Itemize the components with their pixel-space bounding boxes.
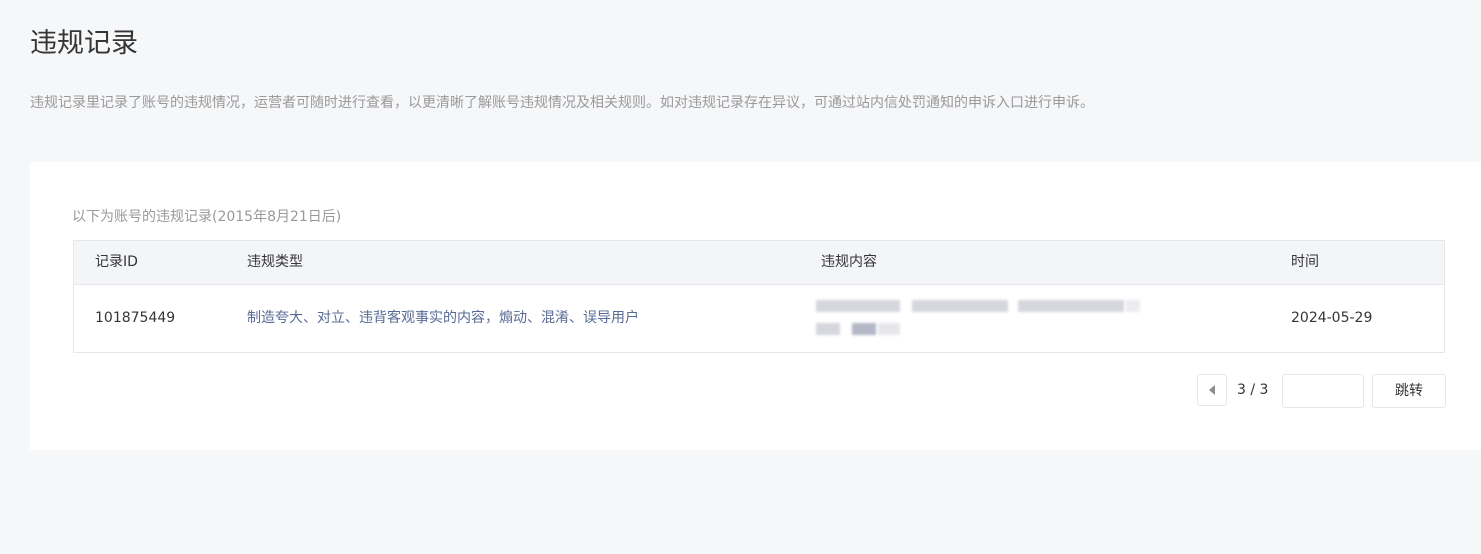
table-header: 记录ID 违规类型 违规内容 时间 (74, 241, 1444, 285)
records-card: 以下为账号的违规记录(2015年8月21日后) 记录ID 违规类型 违规内容 时… (30, 162, 1481, 450)
record-type: 制造夸大、对立、违背客观事实的内容，煽动、混淆、误导用户 (247, 310, 639, 326)
column-header-time: 时间 (1291, 254, 1319, 270)
page-jump-input[interactable] (1282, 374, 1364, 408)
table-caption: 以下为账号的违规记录(2015年8月21日后) (72, 209, 342, 225)
prev-page-button[interactable] (1197, 374, 1227, 406)
chevron-left-icon (1209, 385, 1215, 395)
record-id: 101875449 (95, 310, 176, 326)
record-time: 2024-05-29 (1291, 310, 1373, 326)
record-content-redacted (816, 298, 1146, 338)
jump-button[interactable]: 跳转 (1372, 374, 1446, 408)
page-indicator: 3 / 3 (1237, 382, 1269, 398)
column-header-id: 记录ID (95, 254, 138, 270)
table-row: 101875449 制造夸大、对立、违背客观事实的内容，煽动、混淆、误导用户 2… (74, 285, 1444, 352)
records-table: 记录ID 违规类型 违规内容 时间 101875449 制造夸大、对立、违背客观… (73, 240, 1445, 353)
page-description: 违规记录里记录了账号的违规情况，运营者可随时进行查看，以更清晰了解账号违规情况及… (30, 95, 1094, 111)
column-header-type: 违规类型 (247, 254, 303, 270)
column-header-content: 违规内容 (821, 254, 877, 270)
page-title: 违规记录 (30, 28, 138, 59)
